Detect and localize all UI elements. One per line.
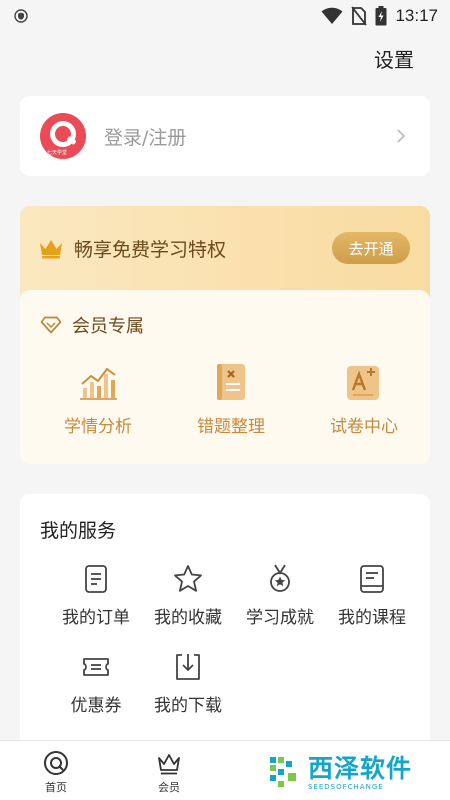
service-label: 优惠券 — [70, 696, 122, 716]
crown-icon — [158, 754, 180, 775]
services-title: 我的服务 — [40, 520, 117, 542]
medal-icon — [270, 564, 290, 592]
vip-title: 畅享免费学习特权 — [74, 238, 227, 261]
nav-vip[interactable]: 会员 — [139, 749, 199, 795]
vip-item-label: 试卷中心 — [330, 417, 398, 437]
shield-icon — [14, 9, 28, 23]
watermark: 西泽软件 SEEDSOFCHANGE — [268, 750, 438, 796]
service-orders[interactable]: 我的订单 — [50, 563, 142, 651]
service-label: 我的收藏 — [154, 608, 222, 628]
diamond-icon — [40, 316, 62, 334]
home-icon — [44, 751, 68, 775]
login-register-link[interactable]: 登录/注册 — [104, 123, 392, 150]
services-card: 我的服务 我的订单 我的收藏 学习成就 我的课程 优惠券 我的下载 — [20, 494, 430, 742]
service-label: 我的下载 — [154, 696, 222, 716]
no-sim-icon — [351, 6, 368, 26]
settings-button[interactable]: 设置 — [374, 44, 414, 73]
service-achievements[interactable]: 学习成就 — [234, 563, 326, 651]
crown-icon — [40, 240, 62, 259]
nav-label: 会员 — [158, 781, 180, 794]
vip-item-analysis[interactable]: 学情分析 — [48, 362, 148, 437]
vip-card: 畅享免费学习特权 去开通 会员专属 学情分析 错题整理 试卷中心 — [20, 206, 430, 464]
chevron-right-icon — [397, 129, 406, 143]
nav-label: 首页 — [45, 781, 67, 794]
service-downloads[interactable]: 我的下载 — [142, 651, 234, 739]
vip-item-mistakes[interactable]: 错题整理 — [181, 362, 281, 437]
service-coupons[interactable]: 优惠券 — [50, 651, 142, 739]
watermark-subtitle: SEEDSOFCHANGE — [308, 783, 384, 791]
vip-item-exam[interactable]: 试卷中心 — [314, 362, 414, 437]
vip-item-label: 学情分析 — [64, 417, 132, 437]
status-time: 13:17 — [395, 6, 438, 25]
service-label: 我的课程 — [338, 608, 406, 628]
service-courses[interactable]: 我的课程 — [326, 563, 418, 651]
watermark-title: 西泽软件 — [308, 754, 413, 783]
service-favorites[interactable]: 我的收藏 — [142, 563, 234, 651]
vip-item-label: 错题整理 — [197, 417, 265, 437]
top-bar: 设置 — [0, 36, 450, 80]
vip-header: 畅享免费学习特权 去开通 — [20, 206, 430, 290]
order-icon — [85, 565, 107, 593]
nav-home[interactable]: 首页 — [26, 749, 86, 795]
login-card[interactable]: 七天学堂 登录/注册 — [20, 96, 430, 176]
service-label: 学习成就 — [246, 608, 314, 628]
watermark-logo-icon — [270, 757, 296, 787]
mistake-book-icon — [217, 364, 245, 400]
logo-caption: 七天学堂 — [47, 150, 68, 156]
download-icon — [176, 654, 200, 680]
open-vip-button[interactable]: 去开通 — [332, 232, 410, 264]
service-label: 我的订单 — [62, 608, 130, 628]
wifi-icon — [321, 7, 343, 24]
battery-charging-icon — [375, 6, 387, 26]
vip-exclusive-section: 会员专属 学情分析 错题整理 试卷中心 — [20, 290, 430, 464]
star-icon — [174, 565, 202, 592]
course-icon — [360, 565, 384, 593]
coupon-icon — [83, 658, 109, 676]
app-logo: 七天学堂 — [40, 113, 86, 159]
vip-section-title: 会员专属 — [72, 316, 144, 337]
exam-paper-icon — [347, 366, 379, 400]
status-bar: 13:17 — [0, 0, 450, 32]
chart-icon — [80, 367, 117, 400]
